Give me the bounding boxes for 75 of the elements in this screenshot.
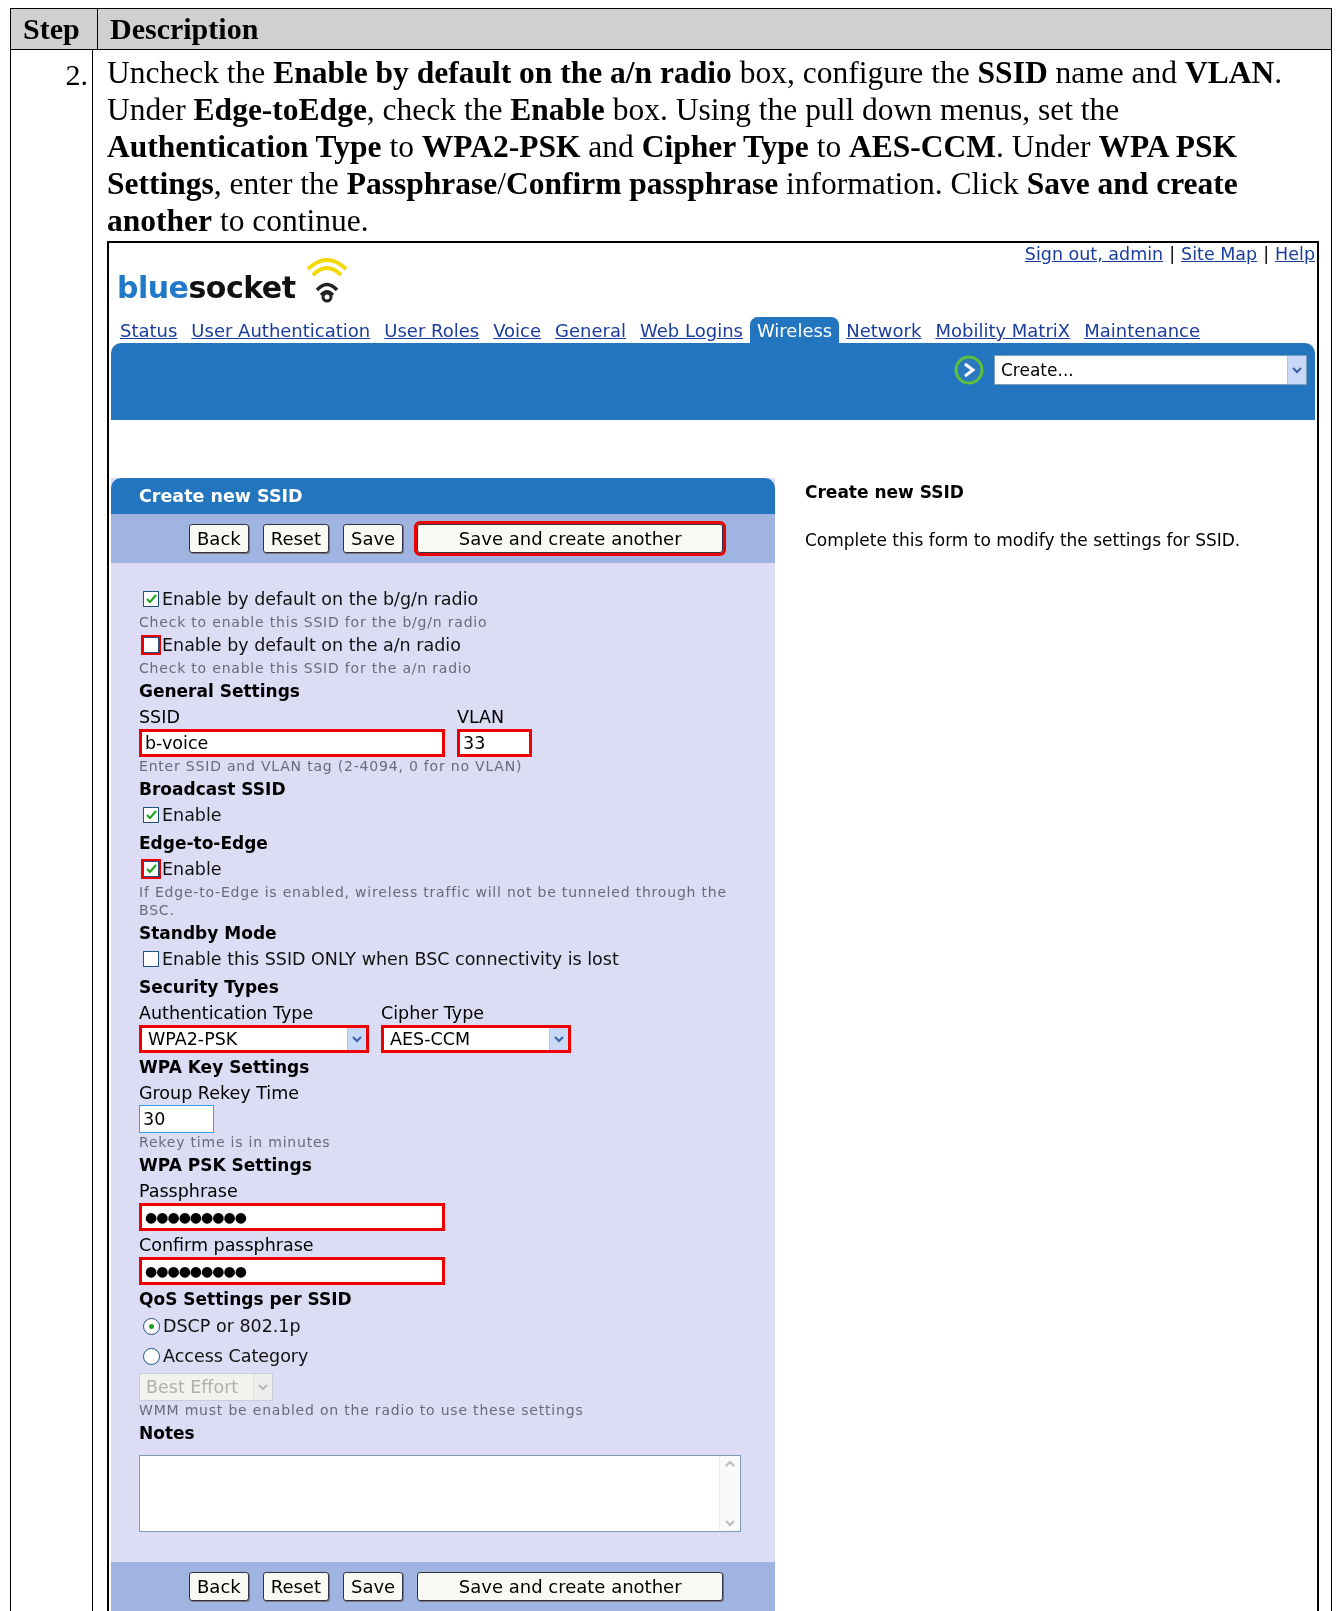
help-title: Create new SSID xyxy=(805,482,965,502)
radio-button[interactable] xyxy=(143,1347,160,1365)
dropdown[interactable]: WPA2-PSK xyxy=(139,1025,369,1053)
section-heading: WPA Key Settings xyxy=(139,1056,310,1079)
section-heading: Edge-to-Edge xyxy=(139,832,268,855)
field-label: Confirm passphrase xyxy=(139,1234,314,1257)
form-title: Create new SSID xyxy=(111,478,775,514)
form-button[interactable]: Back xyxy=(189,1572,249,1601)
checkbox-label: Enable xyxy=(162,859,222,879)
password-field[interactable]: ●●●●●●●●● xyxy=(139,1257,445,1285)
radio-label: DSCP or 802.1p xyxy=(163,1316,301,1336)
input-field[interactable]: 30 xyxy=(139,1105,214,1133)
link-separator: | xyxy=(1169,243,1176,265)
column-header: Step xyxy=(11,9,98,49)
section-heading: WPA PSK Settings xyxy=(139,1154,312,1177)
form-button[interactable]: Save and create another xyxy=(417,524,724,553)
column-header: Description xyxy=(109,11,260,47)
nav-tab[interactable]: Mobility MatriX xyxy=(928,317,1078,343)
checkbox[interactable] xyxy=(143,591,159,607)
password-field[interactable]: ●●●●●●●●● xyxy=(139,1203,445,1231)
nav-tab[interactable]: User Roles xyxy=(377,317,487,343)
section-heading: Notes xyxy=(139,1422,195,1445)
section-heading: Security Types xyxy=(139,976,279,999)
field-label: SSID xyxy=(139,706,180,729)
hint-text: If Edge-to-Edge is enabled, wireless traffic will not be tunneled through the BSC. xyxy=(139,883,728,919)
header-link[interactable]: Sign out, admin xyxy=(1024,243,1164,265)
section-heading: QoS Settings per SSID xyxy=(139,1288,352,1311)
header-link[interactable]: Help xyxy=(1275,243,1315,265)
nav-tab[interactable]: General xyxy=(548,317,633,343)
checkbox-label: Enable xyxy=(162,805,222,825)
form-button[interactable]: Save xyxy=(343,524,404,553)
field-label: Cipher Type xyxy=(381,1002,484,1025)
dropdown[interactable]: AES-CCM xyxy=(381,1025,571,1053)
hint-text: Enter SSID and VLAN tag (2-4094, 0 for no VLAN) xyxy=(139,757,523,775)
form-button[interactable]: Reset xyxy=(262,524,329,553)
form-button[interactable]: Save xyxy=(343,1572,404,1601)
nav-tab[interactable]: Network xyxy=(839,317,929,343)
header-link[interactable]: Site Map xyxy=(1181,243,1258,265)
form-button[interactable]: Back xyxy=(189,524,249,553)
help-text: Complete this form to modify the settings for SSID. xyxy=(805,530,1241,550)
section-heading: Broadcast SSID xyxy=(139,778,286,801)
checkbox-label: Enable by default on the a/n radio xyxy=(162,635,461,655)
logo-text: bluesocket xyxy=(117,270,296,305)
section-heading: General Settings xyxy=(139,680,300,703)
form-button[interactable]: Save and create another xyxy=(417,1572,724,1601)
nav-tab[interactable]: Maintenance xyxy=(1077,317,1208,343)
notes-textarea[interactable] xyxy=(139,1455,741,1532)
go-icon[interactable] xyxy=(954,355,984,385)
hint-text: WMM must be enabled on the radio to use these settings xyxy=(139,1401,584,1419)
nav-tab[interactable]: User Authentication xyxy=(184,317,378,343)
input-field[interactable]: b-voice xyxy=(139,729,445,757)
hint-text: Check to enable this SSID for the b/g/n radio xyxy=(139,613,488,631)
field-label: Authentication Type xyxy=(139,1002,314,1025)
checkbox[interactable] xyxy=(143,807,159,823)
hint-text: Rekey time is in minutes xyxy=(139,1133,331,1151)
checkbox-label: Enable this SSID ONLY when BSC connectivity is lost xyxy=(162,949,619,969)
link-separator: | xyxy=(1263,243,1270,265)
hint-text: Check to enable this SSID for the a/n radio xyxy=(139,659,472,677)
step-number: 2. xyxy=(65,58,88,91)
checkbox[interactable] xyxy=(143,951,159,967)
step-description: Uncheck the Enable by default on the a/n radio box, configure the SSID name and VLAN. Under Edge-toEdge, check the Enable box. Using the pull down menus, set the Authentication Type to WPA2-PSK and Cipher Type to AES-CCM. Under WPA PSK Settings, enter the Passphrase/Confirm passphrase information. Click Save and create another to continue. xyxy=(107,54,1284,239)
section-heading: Standby Mode xyxy=(139,922,277,945)
field-label: Passphrase xyxy=(139,1180,238,1203)
field-label: Group Rekey Time xyxy=(139,1082,299,1105)
create-dropdown[interactable]: Create... xyxy=(994,355,1307,385)
radio-label: Access Category xyxy=(163,1346,309,1366)
nav-tab[interactable]: Voice xyxy=(486,317,549,343)
checkbox-label: Enable by default on the b/g/n radio xyxy=(162,589,479,609)
nav-tab[interactable]: Status xyxy=(113,317,185,343)
form-button[interactable]: Reset xyxy=(262,1572,329,1601)
field-label: VLAN xyxy=(457,706,505,729)
input-field[interactable]: 33 xyxy=(457,729,532,757)
radio-button[interactable] xyxy=(143,1317,160,1335)
nav-tab[interactable]: Wireless xyxy=(749,317,840,343)
nav-tab[interactable]: Web Logins xyxy=(633,317,750,343)
